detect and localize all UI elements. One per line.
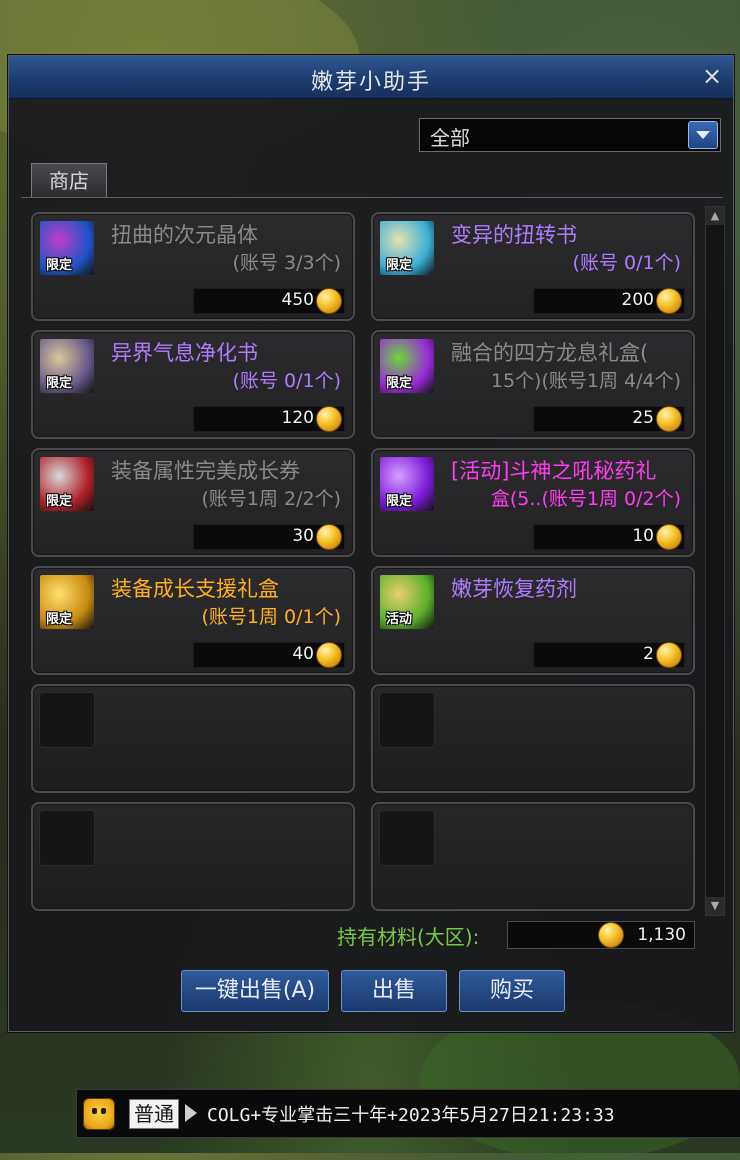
shop-item-card[interactable]: 限定 装备成长支援礼盒 (账号1周 0/1个) 40 [31,566,355,675]
item-price-box: 450 [193,288,345,314]
shop-item-card[interactable]: 限定 扭曲的次元晶体 (账号 3/3个) 450 [31,212,355,321]
item-price-box: 30 [193,524,345,550]
item-name: 扭曲的次元晶体 [111,223,258,247]
empty-item-slot[interactable] [371,684,695,793]
coin-icon [656,642,682,668]
scroll-down-icon[interactable]: ▼ [706,897,724,915]
item-icon: 限定 [379,456,435,512]
buy-button[interactable]: 购买 [459,970,565,1012]
item-purchase-limit: (账号 0/1个) [232,370,341,392]
item-name: 融合的四方龙息礼盒( [451,341,649,365]
coin-icon [656,524,682,550]
empty-item-slot[interactable] [371,802,695,911]
item-badge: 限定 [46,258,73,273]
item-price-box: 40 [193,642,345,668]
tab-divider [21,197,723,198]
item-purchase-limit: (账号 3/3个) [232,252,341,274]
coin-icon [316,524,342,550]
item-purchase-limit: 盒(5..(账号1周 0/2个) [490,488,681,510]
chevron-down-icon[interactable] [688,121,718,149]
item-icon: 限定 [379,338,435,394]
shop-item-card[interactable]: 限定 [活动]斗神之吼秘药礼盒(5..(账号1周 0/2个) 10 [371,448,695,557]
item-price: 450 [281,290,314,310]
empty-slot-icon [379,810,435,866]
coin-icon [316,288,342,314]
sprout-helper-window: 嫩芽小助手 × 全部 商店 限定 扭曲的次元晶体 (账号 3/3个) 450 限定 变异的… [8,55,734,1032]
chat-channel-selector[interactable]: 普通 [129,1099,179,1129]
item-badge: 活动 [386,612,413,627]
item-price: 10 [632,526,654,546]
item-name: 装备属性完美成长券 [111,459,300,483]
arrow-right-icon [185,1104,197,1122]
item-price: 200 [621,290,654,310]
tab-shop[interactable]: 商店 [31,163,107,198]
item-purchase-limit: (账号1周 2/2个) [201,488,341,510]
item-badge: 限定 [46,612,73,627]
item-badge: 限定 [386,258,413,273]
item-icon: 活动 [379,574,435,630]
emote-icon[interactable] [83,1098,115,1130]
sell-button[interactable]: 出售 [341,970,447,1012]
sell-all-button[interactable]: 一键出售(A) [181,970,329,1012]
item-price: 25 [632,408,654,428]
item-price-box: 200 [533,288,685,314]
item-name: 异界气息净化书 [111,341,258,365]
title-bar[interactable]: 嫩芽小助手 × [9,56,733,99]
item-price-box: 25 [533,406,685,432]
chat-bar: 普通 [76,1089,740,1138]
close-icon[interactable]: × [699,63,725,89]
item-badge: 限定 [46,376,73,391]
filter-dropdown[interactable]: 全部 [419,118,721,152]
filter-selected-value: 全部 [430,126,470,150]
item-badge: 限定 [386,494,413,509]
item-icon: 限定 [39,338,95,394]
window-title: 嫩芽小助手 [310,70,431,95]
item-price: 2 [643,644,654,664]
shop-item-card[interactable]: 限定 异界气息净化书 (账号 0/1个) 120 [31,330,355,439]
empty-slot-icon [39,692,95,748]
empty-item-slot[interactable] [31,802,355,911]
item-icon: 限定 [39,574,95,630]
item-price-box: 10 [533,524,685,550]
item-purchase-limit: (账号1周 0/1个) [201,606,341,628]
coin-icon [598,922,624,948]
empty-slot-icon [379,692,435,748]
item-icon: 限定 [39,220,95,276]
item-price-box: 120 [193,406,345,432]
scrollbar[interactable]: ▲ ▼ [705,206,725,916]
empty-item-slot[interactable] [31,684,355,793]
item-badge: 限定 [46,494,73,509]
item-name: 装备成长支援礼盒 [111,577,279,601]
shop-item-card[interactable]: 限定 融合的四方龙息礼盒( 15个)(账号1周 4/4个) 25 [371,330,695,439]
shop-item-card[interactable]: 限定 变异的扭转书 (账号 0/1个) 200 [371,212,695,321]
empty-slot-icon [39,810,95,866]
item-purchase-limit: (账号 0/1个) [572,252,681,274]
coin-icon [316,406,342,432]
material-amount: 1,130 [637,925,686,945]
shop-item-card[interactable]: 限定 装备属性完美成长券 (账号1周 2/2个) 30 [31,448,355,557]
coin-icon [316,642,342,668]
material-amount-box: 1,130 [507,921,695,949]
item-icon: 限定 [39,456,95,512]
scroll-up-icon[interactable]: ▲ [706,207,724,225]
item-name: [活动]斗神之吼秘药礼 [451,459,657,483]
item-badge: 限定 [386,376,413,391]
item-price: 30 [292,526,314,546]
shop-item-card[interactable]: 活动 嫩芽恢复药剂 2 [371,566,695,675]
item-price: 40 [292,644,314,664]
coin-icon [656,288,682,314]
item-purchase-limit: 15个)(账号1周 4/4个) [490,370,681,392]
item-icon: 限定 [379,220,435,276]
material-label: 持有材料(大区): [337,925,480,949]
chat-input[interactable] [205,1096,729,1132]
item-price: 120 [281,408,314,428]
coin-icon [656,406,682,432]
item-name: 嫩芽恢复药剂 [451,577,577,601]
item-name: 变异的扭转书 [451,223,577,247]
item-price-box: 2 [533,642,685,668]
